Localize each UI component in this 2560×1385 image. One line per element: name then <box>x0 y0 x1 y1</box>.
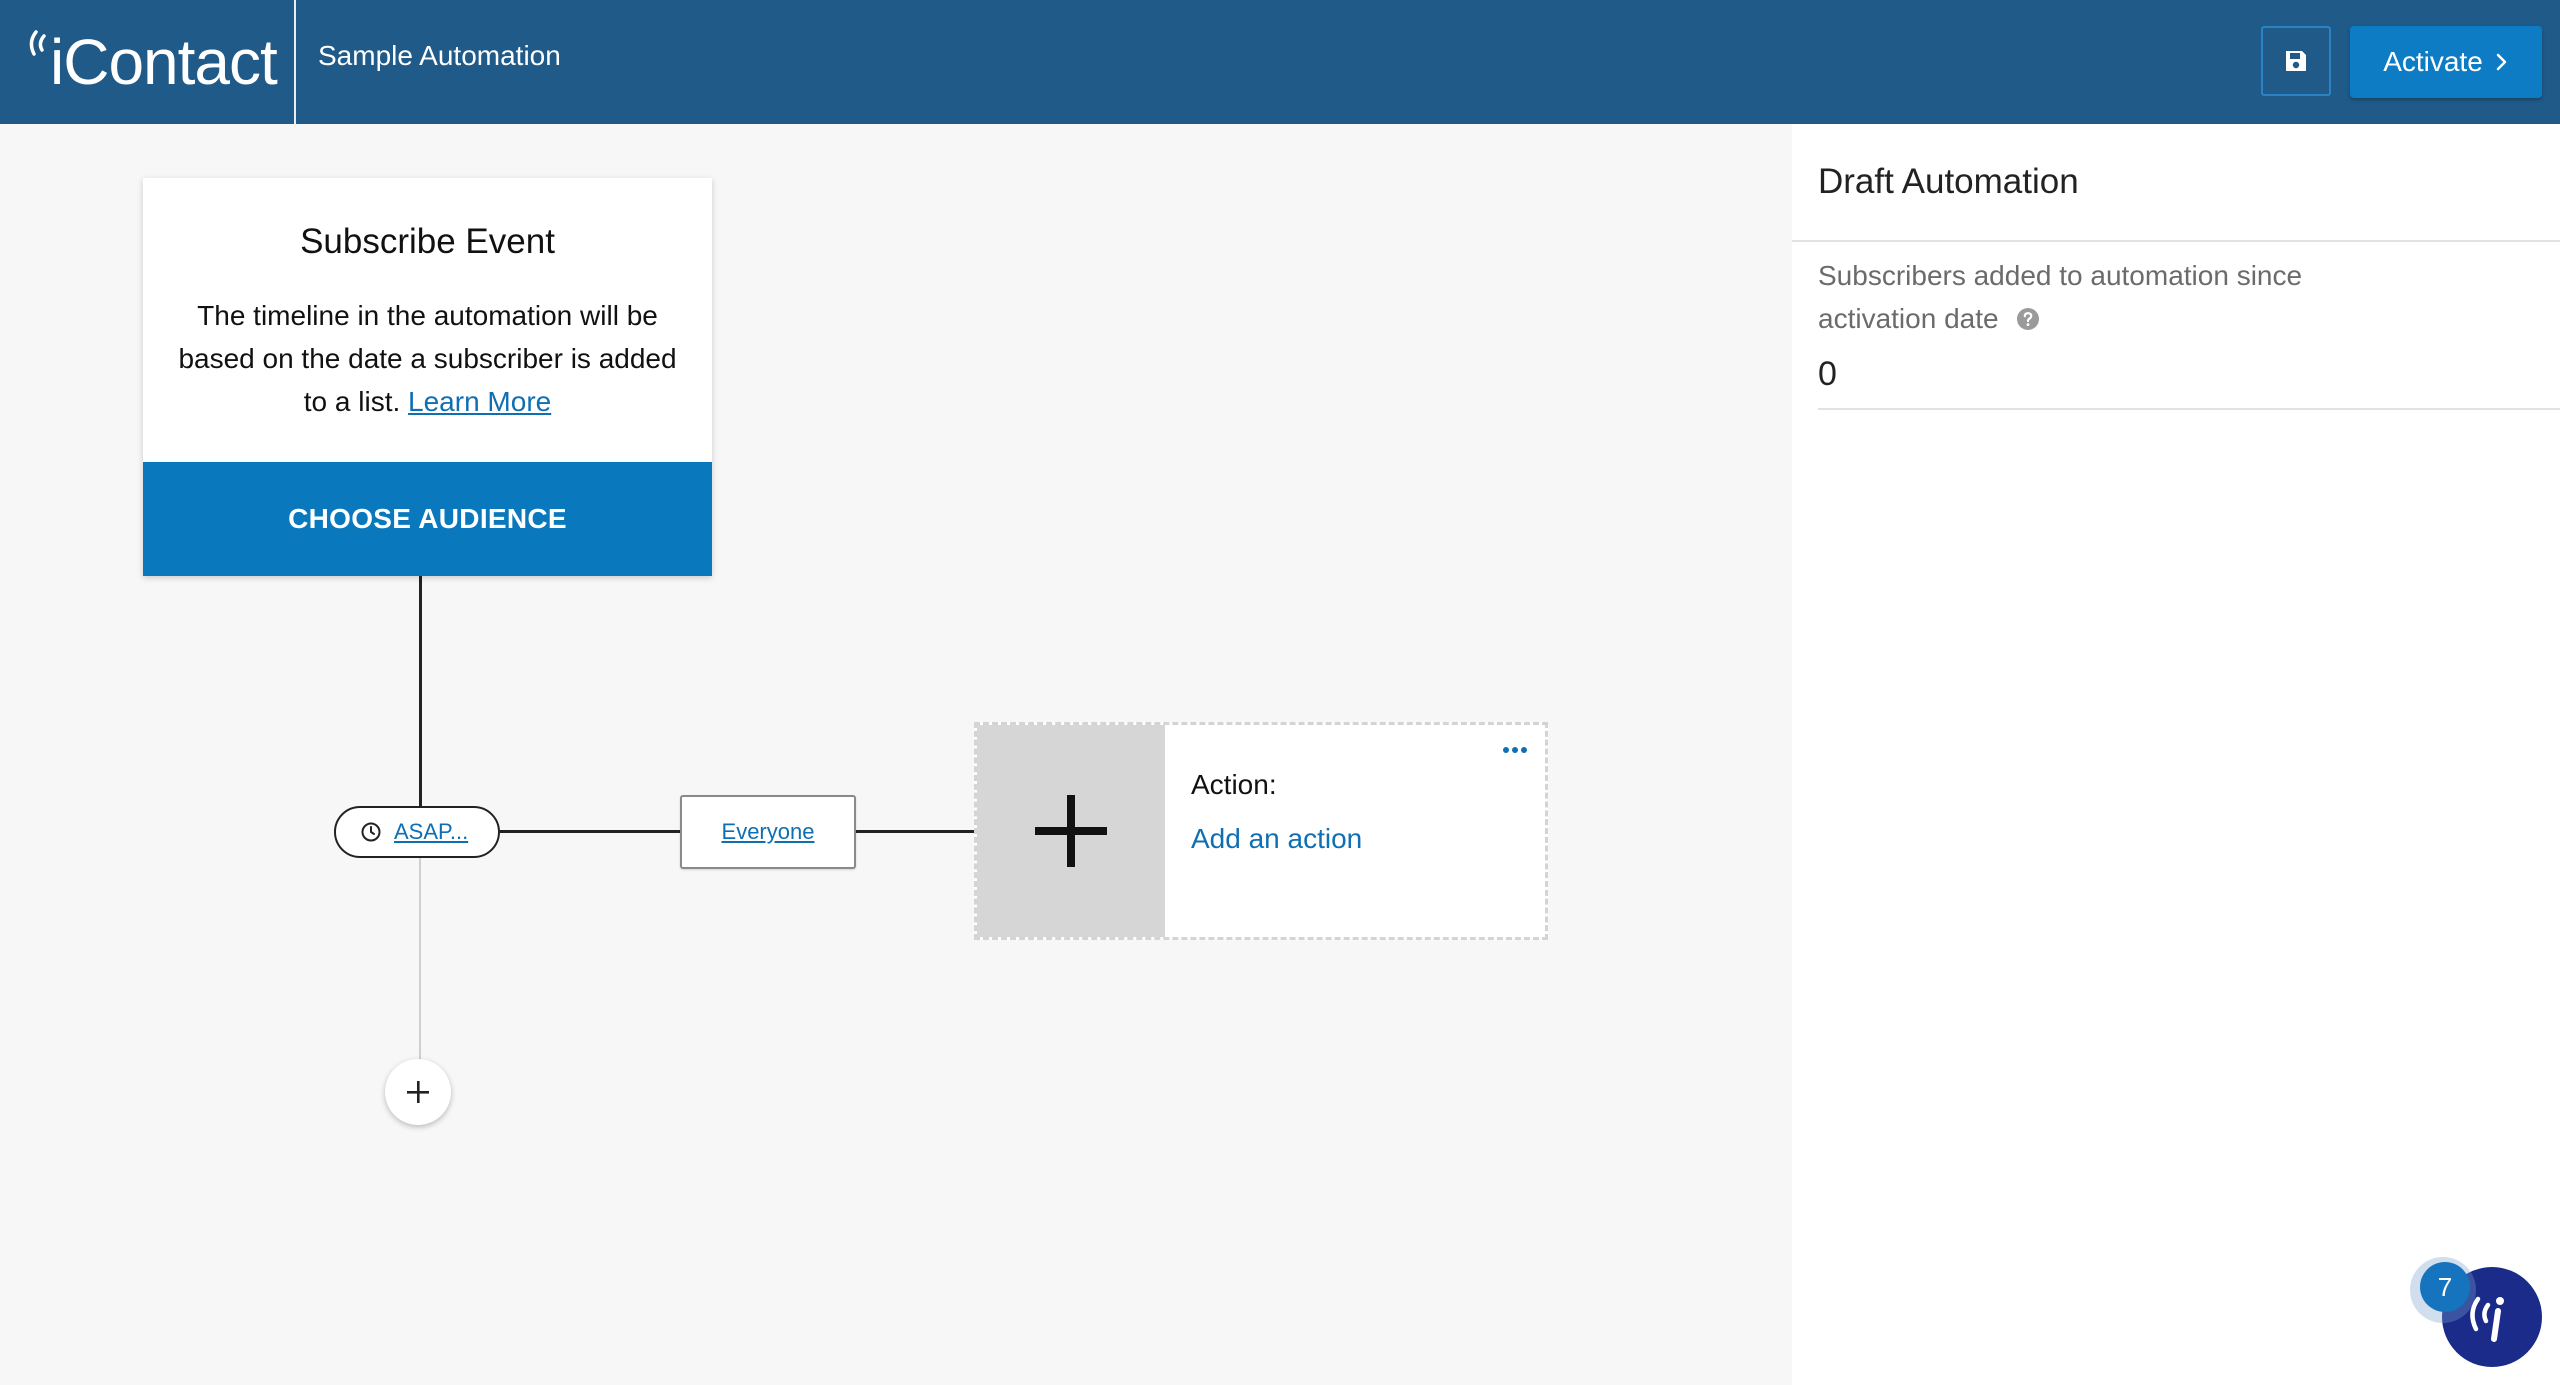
plus-icon <box>1035 795 1107 867</box>
panel-title: Draft Automation <box>1818 162 2079 201</box>
header-divider <box>294 0 296 124</box>
chevron-right-icon <box>2496 53 2507 71</box>
add-action-tile[interactable] <box>977 725 1165 937</box>
logo-text: iContact <box>50 26 278 98</box>
connector-line <box>500 830 681 833</box>
logo-waves-icon <box>29 30 46 56</box>
timing-pill[interactable]: ASAP... <box>334 806 500 858</box>
icontact-logo[interactable]: iContact <box>28 20 278 104</box>
connector-line <box>419 858 421 1060</box>
panel-divider <box>1792 240 2560 242</box>
connector-line <box>419 576 422 808</box>
subscribe-event-card: Subscribe Event The timeline in the auto… <box>143 178 712 576</box>
floppy-disk-icon <box>2286 51 2306 71</box>
save-button[interactable] <box>2261 26 2331 96</box>
card-title: Subscribe Event <box>300 222 555 261</box>
stat-value: 0 <box>1818 355 1837 393</box>
card-description: The timeline in the automation will be b… <box>167 294 688 423</box>
stat-label-text: Subscribers added to automation since ac… <box>1818 260 2303 334</box>
question-circle-icon[interactable] <box>2016 307 2040 331</box>
stat-label: Subscribers added to automation since ac… <box>1818 254 2378 340</box>
more-dots-icon[interactable] <box>1501 743 1529 757</box>
connector-line <box>856 830 975 833</box>
learn-more-link[interactable]: Learn More <box>408 386 551 417</box>
timing-label: ASAP... <box>394 819 469 844</box>
plus-icon <box>407 1081 429 1103</box>
segment-box[interactable]: Everyone <box>680 795 856 869</box>
panel-divider <box>1818 408 2560 410</box>
action-label: Action: <box>1191 769 1277 800</box>
add-step-button[interactable] <box>385 1059 451 1125</box>
action-card: Action: Add an action <box>974 722 1548 940</box>
automation-name: Sample Automation <box>318 40 561 71</box>
choose-audience-button[interactable]: CHOOSE AUDIENCE <box>143 462 712 576</box>
notification-badge[interactable]: 7 <box>2420 1262 2470 1312</box>
clock-icon <box>361 822 381 842</box>
activate-button[interactable]: Activate <box>2350 26 2542 98</box>
segment-label: Everyone <box>721 819 815 844</box>
activate-label: Activate <box>2383 46 2483 77</box>
details-panel: Draft Automation Subscribers added to au… <box>1792 124 2560 1385</box>
add-action-link[interactable]: Add an action <box>1191 821 1362 857</box>
top-header: iContact Sample Automation Activate <box>0 0 2560 124</box>
